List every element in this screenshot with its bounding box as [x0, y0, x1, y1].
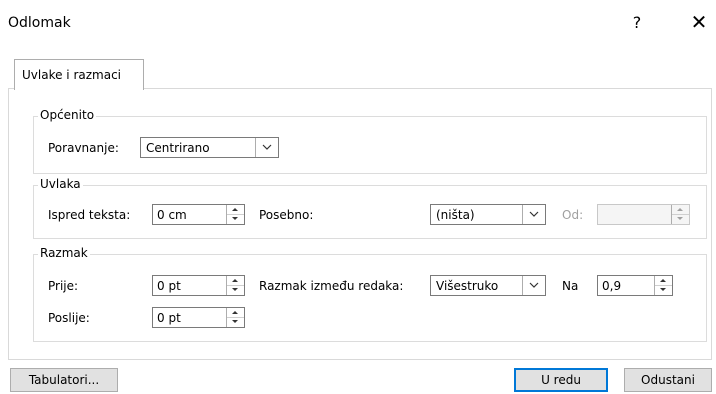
after-spinner[interactable]: 0 pt	[152, 307, 245, 328]
spacing-group-title: Razmak	[38, 246, 90, 260]
spin-down-icon[interactable]	[672, 214, 689, 223]
before-text-spinner[interactable]: 0 cm	[152, 204, 245, 225]
spinner-buttons	[226, 276, 244, 295]
after-label: Poslije:	[48, 311, 90, 325]
before-label: Prije:	[48, 279, 79, 293]
spin-down-icon[interactable]	[655, 285, 672, 294]
ok-button[interactable]: U redu	[514, 368, 608, 392]
before-text-value: 0 cm	[157, 208, 187, 222]
at-label: Na	[562, 279, 579, 293]
close-icon[interactable]: ✕	[686, 10, 712, 36]
indent-group: Uvlaka Ispred teksta: 0 cm Posebno: (niš…	[33, 177, 707, 239]
general-group: Općenito Poravnanje: Centrirano	[33, 108, 707, 174]
tabs-button[interactable]: Tabulatori...	[10, 368, 118, 392]
dialog-title: Odlomak	[8, 15, 71, 31]
tab-indents-and-spacing[interactable]: Uvlake i razmaci	[14, 59, 144, 90]
alignment-dropdown[interactable]: Centrirano	[140, 137, 279, 158]
chevron-down-icon[interactable]	[522, 205, 545, 224]
special-value: (ništa)	[436, 208, 475, 222]
line-spacing-dropdown[interactable]: Višestruko	[430, 275, 546, 296]
general-group-title: Općenito	[38, 108, 97, 122]
before-value: 0 pt	[157, 279, 181, 293]
special-label: Posebno:	[259, 208, 314, 222]
by-label: Od:	[562, 208, 584, 222]
title-bar: Odlomak ? ✕	[0, 0, 716, 44]
tab-indents-and-spacing-label: Uvlake i razmaci	[22, 68, 121, 82]
spacing-group: Razmak Prije: 0 pt Razmak između redaka:…	[33, 246, 707, 342]
spinner-buttons	[654, 276, 672, 295]
before-text-label: Ispred teksta:	[48, 208, 131, 222]
tab-panel: Općenito Poravnanje: Centrirano Uvlaka I…	[8, 88, 712, 360]
cancel-button[interactable]: Odustani	[624, 368, 712, 392]
spin-down-icon[interactable]	[227, 317, 244, 326]
line-spacing-value: Višestruko	[436, 279, 499, 293]
chevron-down-icon[interactable]	[255, 138, 278, 157]
paragraph-dialog: Odlomak ? ✕ Uvlake i razmaci Općenito Po…	[0, 0, 716, 394]
spinner-buttons	[226, 205, 244, 224]
spinner-buttons	[226, 308, 244, 327]
alignment-value: Centrirano	[146, 141, 210, 155]
special-dropdown[interactable]: (ništa)	[430, 204, 546, 225]
at-value: 0,9	[602, 279, 622, 293]
spinner-buttons	[671, 205, 689, 224]
indent-group-title: Uvlaka	[38, 177, 83, 191]
chevron-down-icon[interactable]	[522, 276, 545, 295]
before-spinner[interactable]: 0 pt	[152, 275, 245, 296]
line-spacing-label: Razmak između redaka:	[259, 279, 404, 293]
help-icon[interactable]: ?	[622, 10, 652, 36]
spin-down-icon[interactable]	[227, 285, 244, 294]
at-spinner[interactable]: 0,9	[597, 275, 673, 296]
spin-down-icon[interactable]	[227, 214, 244, 223]
after-value: 0 pt	[157, 311, 181, 325]
by-spinner[interactable]	[597, 204, 690, 225]
alignment-label: Poravnanje:	[48, 141, 119, 155]
